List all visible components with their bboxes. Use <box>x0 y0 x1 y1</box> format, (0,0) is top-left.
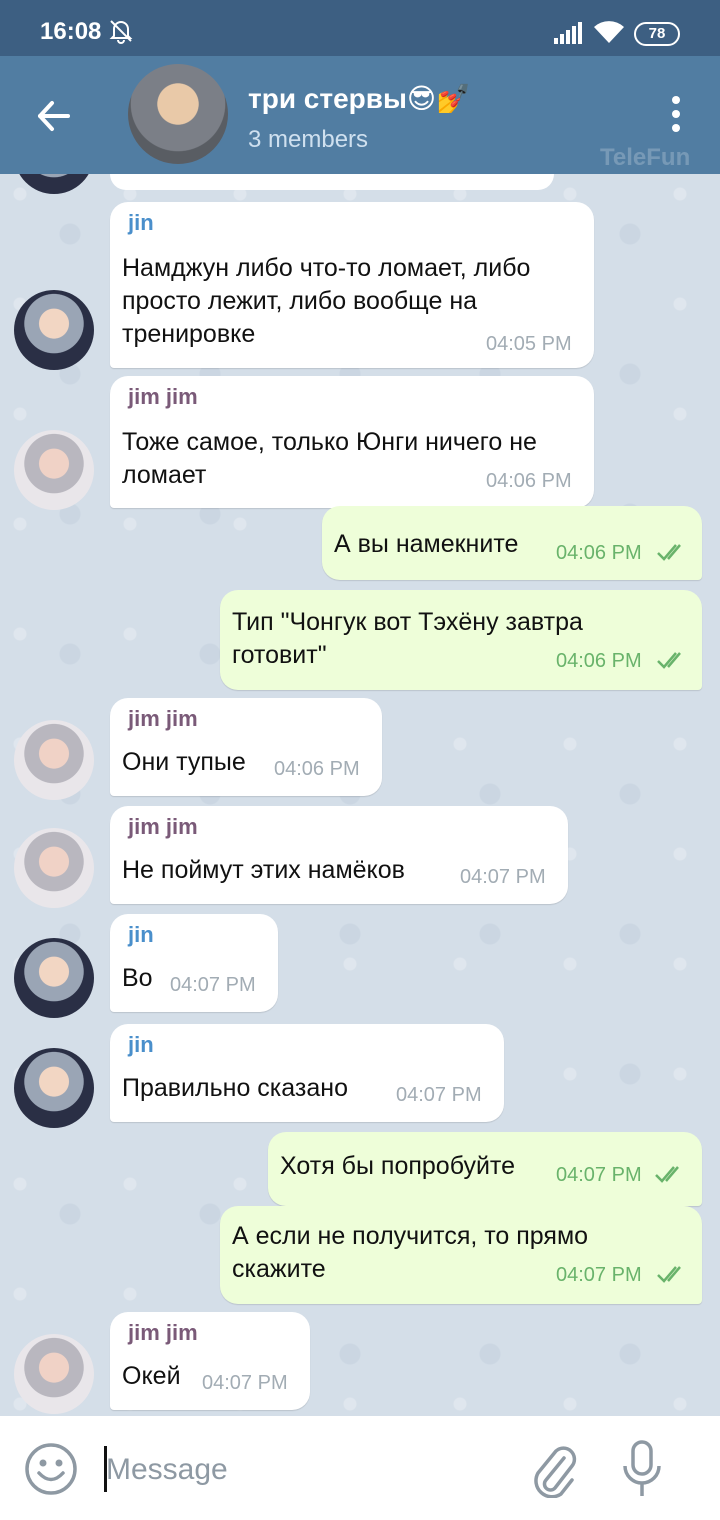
message-bubble[interactable]: jim jim Не поймут этих намёков 04:07 PM <box>110 806 568 904</box>
more-vertical-icon[interactable] <box>664 94 688 134</box>
message-composer <box>0 1416 720 1520</box>
double-check-icon <box>657 652 681 669</box>
message-time: 04:06 PM <box>556 542 642 564</box>
message-sender: jim jim <box>128 384 198 409</box>
message-sender: jim jim <box>128 1320 198 1345</box>
avatar[interactable] <box>14 290 94 370</box>
wifi-icon <box>594 21 624 43</box>
status-time: 16:08 <box>40 18 102 45</box>
double-check-icon <box>657 544 681 561</box>
message-sender: jim jim <box>128 814 198 839</box>
message-bubble[interactable]: jim jim Окей 04:07 PM <box>110 1312 310 1410</box>
message-list[interactable]: jin Намджун либо что-то ломает, либо про… <box>0 174 720 1416</box>
microphone-icon[interactable] <box>620 1440 664 1500</box>
emoji-icon[interactable] <box>24 1442 78 1496</box>
signal-icon <box>554 22 582 44</box>
battery-indicator: 78 <box>634 22 680 46</box>
message-bubble[interactable]: jim jim Тоже самое, только Юнги ничего н… <box>110 376 594 508</box>
message-bubble[interactable]: Тип "Чонгук вот Тэхёну завтра готовит" 0… <box>220 590 702 690</box>
message-time: 04:07 PM <box>170 974 256 996</box>
chat-avatar[interactable] <box>128 64 228 164</box>
avatar[interactable] <box>14 1048 94 1128</box>
message-bubble[interactable]: jin Правильно сказано 04:07 PM <box>110 1024 504 1122</box>
arrow-left-icon[interactable] <box>34 96 74 136</box>
chat-header: три стервы😎💅 3 members TeleFun <box>0 56 720 174</box>
message-text: Хотя бы попробуйте <box>280 1152 516 1180</box>
message-text: Они тупые <box>122 748 246 776</box>
message-bubble[interactable]: А вы намекните 04:06 PM <box>322 506 702 580</box>
avatar[interactable] <box>14 174 94 194</box>
message-sender: jin <box>128 922 154 947</box>
message-time: 04:07 PM <box>460 866 546 888</box>
double-check-icon <box>657 1266 681 1283</box>
message-time: 04:06 PM <box>274 758 360 780</box>
message-time: 04:07 PM <box>556 1164 642 1186</box>
bell-muted-icon <box>109 20 133 44</box>
message-time: 04:07 PM <box>202 1372 288 1394</box>
avatar[interactable] <box>14 828 94 908</box>
avatar[interactable] <box>14 1334 94 1414</box>
message-bubble <box>110 174 554 190</box>
message-time: 04:07 PM <box>396 1084 482 1106</box>
message-bubble[interactable]: jin Во 04:07 PM <box>110 914 278 1012</box>
message-text: Не поймут этих намёков <box>122 856 405 884</box>
paperclip-icon[interactable] <box>528 1440 578 1498</box>
message-bubble[interactable]: jim jim Они тупые 04:06 PM <box>110 698 382 796</box>
text-cursor <box>104 1446 107 1492</box>
message-time: 04:06 PM <box>486 470 572 492</box>
message-text: Правильно сказано <box>122 1074 348 1102</box>
message-text: А вы намекните <box>334 530 519 558</box>
status-bar: 16:08 78 <box>0 0 720 56</box>
avatar[interactable] <box>14 938 94 1018</box>
chat-member-count: 3 members <box>248 126 369 153</box>
message-sender: jin <box>128 210 154 235</box>
message-bubble[interactable]: А если не получится, то прямо скажите 04… <box>220 1206 702 1304</box>
message-time: 04:06 PM <box>556 650 642 672</box>
message-input[interactable] <box>104 1446 488 1494</box>
message-bubble[interactable]: Хотя бы попробуйте 04:07 PM <box>268 1132 702 1206</box>
message-sender: jin <box>128 1032 154 1057</box>
message-sender: jim jim <box>128 706 198 731</box>
message-bubble[interactable]: jin Намджун либо что-то ломает, либо про… <box>110 202 594 368</box>
double-check-icon <box>655 1166 679 1183</box>
message-time: 04:05 PM <box>486 333 572 355</box>
watermark: TeleFun <box>600 144 691 171</box>
message-time: 04:07 PM <box>556 1264 642 1286</box>
message-text: Во <box>122 964 153 992</box>
chat-title[interactable]: три стервы😎💅 <box>248 82 471 115</box>
avatar[interactable] <box>14 430 94 510</box>
avatar[interactable] <box>14 720 94 800</box>
message-text: Окей <box>122 1362 181 1390</box>
